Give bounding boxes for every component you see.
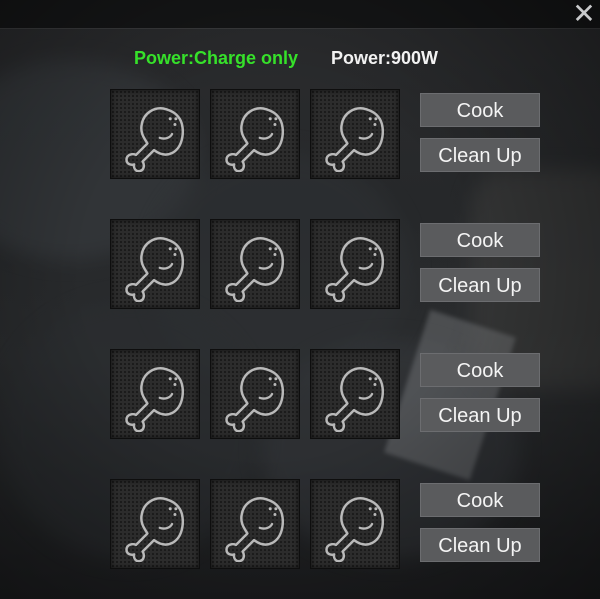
ingredient-slot[interactable] — [210, 219, 300, 309]
ingredient-slots — [110, 349, 402, 439]
drumstick-icon — [225, 107, 285, 172]
cook-button[interactable]: Cook — [420, 223, 540, 257]
ingredient-slot[interactable] — [110, 89, 200, 179]
cooking-group-3: Cook Clean Up — [110, 349, 550, 441]
drumstick-icon — [225, 367, 285, 432]
power-wattage-label: Power:900W — [331, 48, 439, 68]
ingredient-slots — [110, 219, 402, 309]
power-mode-label: Power:Charge only — [134, 48, 299, 68]
ingredient-slot[interactable] — [110, 349, 200, 439]
ingredient-slot[interactable] — [210, 479, 300, 569]
power-status: Power:Charge only Power:900W — [0, 48, 600, 72]
ingredient-slot[interactable] — [110, 479, 200, 569]
ingredient-slot[interactable] — [310, 479, 400, 569]
drumstick-icon — [325, 497, 385, 562]
ingredient-slot[interactable] — [210, 89, 300, 179]
drumstick-icon — [325, 367, 385, 432]
cook-button[interactable]: Cook — [420, 93, 540, 127]
clean-up-button[interactable]: Clean Up — [420, 398, 540, 432]
ingredient-slot[interactable] — [310, 349, 400, 439]
cook-button[interactable]: Cook — [420, 353, 540, 387]
cook-button[interactable]: Cook — [420, 483, 540, 517]
ingredient-slot[interactable] — [310, 219, 400, 309]
drumstick-icon — [325, 107, 385, 172]
drumstick-icon — [225, 497, 285, 562]
drumstick-icon — [125, 237, 185, 302]
drumstick-icon — [325, 237, 385, 302]
clean-up-button[interactable]: Clean Up — [420, 138, 540, 172]
drumstick-icon — [125, 367, 185, 432]
ingredient-slots — [110, 89, 402, 179]
cooking-group-1: Cook Clean Up — [110, 89, 550, 181]
ingredient-slot[interactable] — [210, 349, 300, 439]
drumstick-icon — [125, 107, 185, 172]
close-icon[interactable]: ✕ — [570, 0, 598, 28]
cooking-group-2: Cook Clean Up — [110, 219, 550, 311]
clean-up-button[interactable]: Clean Up — [420, 268, 540, 302]
drumstick-icon — [225, 237, 285, 302]
ingredient-slot[interactable] — [110, 219, 200, 309]
ingredient-slot[interactable] — [310, 89, 400, 179]
drumstick-icon — [125, 497, 185, 562]
clean-up-button[interactable]: Clean Up — [420, 528, 540, 562]
ingredient-slots — [110, 479, 402, 569]
cooking-group-4: Cook Clean Up — [110, 479, 550, 571]
